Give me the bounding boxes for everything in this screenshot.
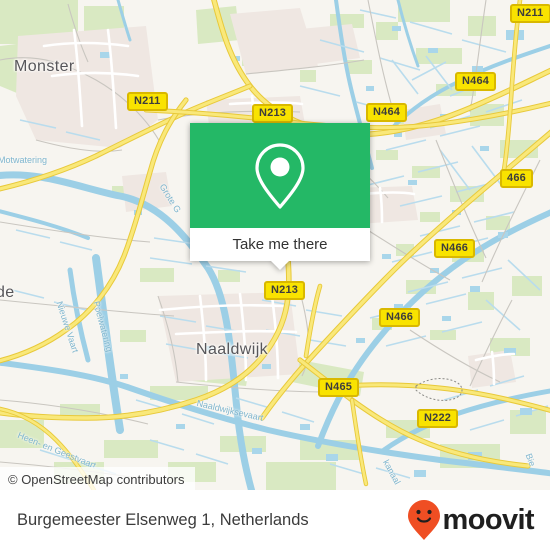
page-title: Burgemeester Elsenweg 1, Netherlands [17,510,309,529]
road-shield-n466[interactable]: N466 [379,308,421,327]
callout-pin-area [190,123,370,228]
road-shield-n211[interactable]: N211 [510,4,550,23]
road-shield-n464[interactable]: N464 [366,103,408,122]
map-page: Monster Naaldwijk de Motwatering Nieuwe … [0,0,550,550]
road-shield-n213[interactable]: N213 [264,281,306,300]
take-me-there-label: Take me there [232,236,328,253]
road-shield-n213[interactable]: N213 [252,104,294,123]
take-me-there-button[interactable]: Take me there [190,228,370,261]
road-shield-n466[interactable]: N466 [434,239,476,258]
moovit-logo[interactable]: moovit [407,499,535,541]
road-shield-n465[interactable]: N465 [318,378,360,397]
road-shield-n464[interactable]: N464 [455,72,497,91]
footer-bar: Burgemeester Elsenweg 1, Netherlands moo… [0,490,550,550]
map-attribution[interactable]: © OpenStreetMap contributors [0,467,195,490]
location-callout-card[interactable]: Take me there [190,123,370,270]
moovit-smiley-pin-icon [407,500,440,540]
moovit-wordmark: moovit [442,503,535,536]
location-pin-icon [255,142,305,209]
callout-tail [271,261,289,270]
map-canvas[interactable]: Monster Naaldwijk de Motwatering Nieuwe … [0,0,550,490]
road-shield-n222[interactable]: N222 [417,409,459,428]
road-shield-466[interactable]: 466 [500,169,533,188]
road-shield-n211[interactable]: N211 [127,92,168,111]
